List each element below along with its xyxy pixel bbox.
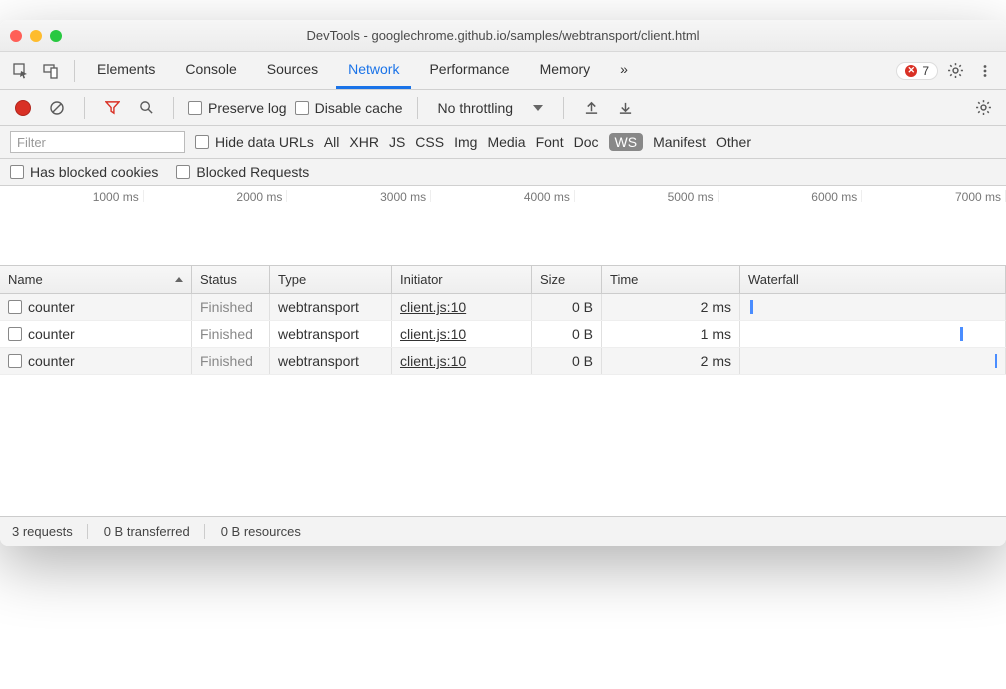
record-button[interactable] [10, 95, 36, 121]
download-har-icon[interactable] [612, 95, 638, 121]
filter-icon[interactable] [99, 95, 125, 121]
table-body: counter Finished webtransport client.js:… [0, 294, 1006, 516]
main-tabbar: Elements Console Sources Network Perform… [0, 52, 1006, 90]
minimize-window-button[interactable] [30, 30, 42, 42]
timeline-tick: 2000 ms [144, 190, 288, 202]
filter-js[interactable]: JS [389, 134, 405, 150]
status-transferred: 0 B transferred [104, 524, 205, 539]
timeline-tick: 3000 ms [287, 190, 431, 202]
search-icon[interactable] [133, 95, 159, 121]
table-row[interactable]: counter Finished webtransport client.js:… [0, 348, 1006, 375]
titlebar: DevTools - googlechrome.github.io/sample… [0, 20, 1006, 52]
clear-icon[interactable] [44, 95, 70, 121]
filter-css[interactable]: CSS [415, 134, 444, 150]
col-status[interactable]: Status [192, 266, 270, 293]
initiator-link[interactable]: client.js:10 [400, 353, 466, 369]
col-waterfall[interactable]: Waterfall [740, 266, 1006, 293]
status-bar: 3 requests 0 B transferred 0 B resources [0, 516, 1006, 546]
col-name[interactable]: Name [0, 266, 192, 293]
filter-all[interactable]: All [324, 134, 340, 150]
panel-tabs: Elements Console Sources Network Perform… [85, 52, 640, 89]
divider [563, 97, 564, 119]
maximize-window-button[interactable] [50, 30, 62, 42]
requests-table: Name Status Type Initiator Size Time Wat… [0, 266, 1006, 516]
timeline-tick: 5000 ms [575, 190, 719, 202]
has-blocked-cookies-checkbox[interactable]: Has blocked cookies [10, 164, 158, 180]
timeline-overview[interactable]: 1000 ms 2000 ms 3000 ms 4000 ms 5000 ms … [0, 186, 1006, 266]
initiator-link[interactable]: client.js:10 [400, 299, 466, 315]
upload-har-icon[interactable] [578, 95, 604, 121]
filter-doc[interactable]: Doc [574, 134, 599, 150]
waterfall-bar [750, 300, 753, 314]
sort-asc-icon [175, 277, 183, 282]
row-checkbox[interactable] [8, 354, 22, 368]
network-settings-icon[interactable] [970, 95, 996, 121]
status-resources: 0 B resources [221, 524, 315, 539]
divider [74, 60, 75, 82]
resource-type-filters: All XHR JS CSS Img Media Font Doc WS Man… [324, 133, 751, 151]
filter-img[interactable]: Img [454, 134, 477, 150]
tab-elements[interactable]: Elements [85, 52, 167, 89]
initiator-link[interactable]: client.js:10 [400, 326, 466, 342]
network-toolbar: Preserve log Disable cache No throttling [0, 90, 1006, 126]
tab-memory[interactable]: Memory [528, 52, 603, 89]
device-toolbar-icon[interactable] [38, 58, 64, 84]
error-icon: ✕ [905, 65, 917, 77]
filter-ws[interactable]: WS [609, 133, 644, 151]
checkbox-icon [295, 101, 309, 115]
table-header: Name Status Type Initiator Size Time Wat… [0, 266, 1006, 294]
blocked-requests-checkbox[interactable]: Blocked Requests [176, 164, 309, 180]
inspect-element-icon[interactable] [8, 58, 34, 84]
col-type[interactable]: Type [270, 266, 392, 293]
filter-xhr[interactable]: XHR [349, 134, 379, 150]
chevron-down-icon [533, 105, 543, 111]
checkbox-icon [176, 165, 190, 179]
window-title: DevTools - googlechrome.github.io/sample… [0, 28, 1006, 43]
disable-cache-checkbox[interactable]: Disable cache [295, 100, 403, 116]
divider [173, 97, 174, 119]
waterfall-bar [995, 354, 998, 368]
timeline-tick: 1000 ms [0, 190, 144, 202]
settings-icon[interactable] [942, 58, 968, 84]
tab-network[interactable]: Network [336, 52, 411, 89]
table-row[interactable]: counter Finished webtransport client.js:… [0, 294, 1006, 321]
kebab-menu-icon[interactable] [972, 58, 998, 84]
filter-other[interactable]: Other [716, 134, 751, 150]
hide-data-urls-checkbox[interactable]: Hide data URLs [195, 134, 314, 150]
col-initiator[interactable]: Initiator [392, 266, 532, 293]
tab-console[interactable]: Console [173, 52, 248, 89]
filter-media[interactable]: Media [487, 134, 525, 150]
tab-sources[interactable]: Sources [255, 52, 330, 89]
tab-performance[interactable]: Performance [417, 52, 521, 89]
close-window-button[interactable] [10, 30, 22, 42]
throttling-select[interactable]: No throttling [432, 98, 549, 118]
filter-bar-2: Has blocked cookies Blocked Requests [0, 159, 1006, 186]
row-checkbox[interactable] [8, 300, 22, 314]
timeline-tick: 7000 ms [862, 190, 1006, 202]
checkbox-icon [195, 135, 209, 149]
timeline-tick: 4000 ms [431, 190, 575, 202]
devtools-window: DevTools - googlechrome.github.io/sample… [0, 20, 1006, 546]
checkbox-icon [188, 101, 202, 115]
filter-input[interactable]: Filter [10, 131, 185, 153]
traffic-lights [10, 30, 62, 42]
timeline-tick: 6000 ms [719, 190, 863, 202]
divider [84, 97, 85, 119]
error-count-badge[interactable]: ✕ 7 [896, 62, 938, 80]
status-requests: 3 requests [12, 524, 88, 539]
filter-manifest[interactable]: Manifest [653, 134, 706, 150]
error-count: 7 [922, 64, 929, 78]
tab-more[interactable]: » [608, 52, 640, 89]
checkbox-icon [10, 165, 24, 179]
row-checkbox[interactable] [8, 327, 22, 341]
waterfall-bar [960, 327, 963, 341]
divider [417, 97, 418, 119]
table-row[interactable]: counter Finished webtransport client.js:… [0, 321, 1006, 348]
col-time[interactable]: Time [602, 266, 740, 293]
preserve-log-checkbox[interactable]: Preserve log [188, 100, 287, 116]
filter-font[interactable]: Font [536, 134, 564, 150]
col-size[interactable]: Size [532, 266, 602, 293]
filter-bar: Filter Hide data URLs All XHR JS CSS Img… [0, 126, 1006, 159]
